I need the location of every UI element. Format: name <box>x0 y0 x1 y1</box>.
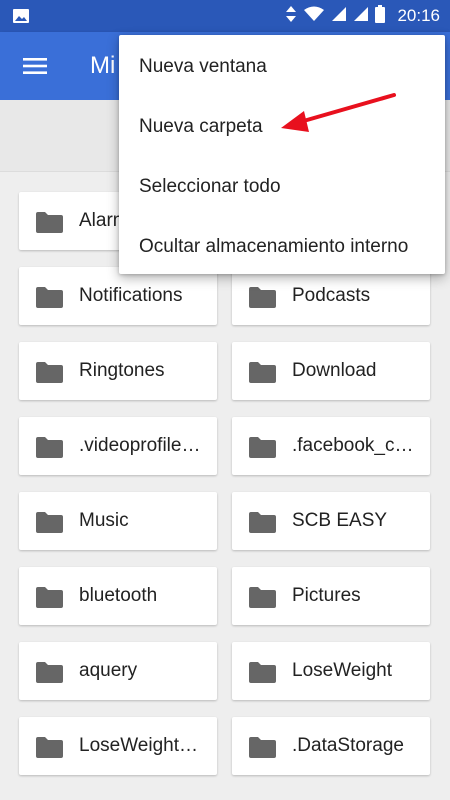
menu-item-nueva-carpeta[interactable]: Nueva carpeta <box>119 97 445 157</box>
folder-icon <box>249 737 276 763</box>
folder-name: Ringtones <box>79 360 165 381</box>
folder-icon <box>249 437 276 463</box>
folder-name: aquery <box>79 660 138 681</box>
folder-icon <box>36 437 63 463</box>
folder-icon <box>36 587 63 613</box>
folder-name: SCB EASY <box>292 510 388 531</box>
folder-name: .DataStorage <box>292 735 404 756</box>
folder-name: LoseWeight <box>292 660 392 681</box>
folder-tile[interactable]: .DataStorage <box>232 717 430 775</box>
folder-icon <box>249 362 276 388</box>
folder-icon <box>249 587 276 613</box>
folder-tile[interactable]: Download <box>232 342 430 400</box>
folder-tile[interactable]: LoseWeight… <box>19 717 217 775</box>
status-bar: 20:16 <box>0 0 450 32</box>
folder-icon <box>36 287 63 313</box>
signal-icon <box>331 6 347 27</box>
folder-name: .videoprofile… <box>79 435 201 456</box>
status-time: 20:16 <box>397 6 440 25</box>
data-arrows-icon <box>285 5 297 28</box>
overflow-menu: Nueva ventana Nueva carpeta Seleccionar … <box>119 35 445 274</box>
folder-name: .facebook_c… <box>292 435 414 456</box>
folder-icon <box>36 737 63 763</box>
folder-icon <box>36 212 63 238</box>
folder-icon <box>36 512 63 538</box>
folder-tile[interactable]: bluetooth <box>19 567 217 625</box>
folder-icon <box>249 287 276 313</box>
folder-name: Pictures <box>292 585 361 606</box>
battery-icon <box>375 4 386 28</box>
menu-icon[interactable] <box>22 53 48 79</box>
folder-icon <box>249 662 276 688</box>
folder-name: LoseWeight… <box>79 735 198 756</box>
folder-icon <box>36 662 63 688</box>
menu-item-ocultar-almacenamiento[interactable]: Ocultar almacenamiento interno <box>119 217 445 277</box>
folder-name: Music <box>79 510 129 531</box>
folder-tile[interactable]: Pictures <box>232 567 430 625</box>
folder-tile[interactable]: .facebook_c… <box>232 417 430 475</box>
menu-item-nueva-ventana[interactable]: Nueva ventana <box>119 37 445 97</box>
folder-tile[interactable]: Ringtones <box>19 342 217 400</box>
app-title: Mi <box>90 52 116 79</box>
folder-icon <box>249 512 276 538</box>
gallery-icon <box>12 8 30 29</box>
folder-tile[interactable]: .videoprofile… <box>19 417 217 475</box>
folder-tile[interactable]: aquery <box>19 642 217 700</box>
folder-icon <box>36 362 63 388</box>
signal-icon <box>353 6 369 27</box>
folder-name: bluetooth <box>79 585 158 606</box>
folder-tile[interactable]: LoseWeight <box>232 642 430 700</box>
wifi-icon <box>303 6 325 27</box>
menu-item-seleccionar-todo[interactable]: Seleccionar todo <box>119 157 445 217</box>
folder-tile[interactable]: SCB EASY <box>232 492 430 550</box>
folder-name: Download <box>292 360 377 381</box>
folder-tile[interactable]: Music <box>19 492 217 550</box>
